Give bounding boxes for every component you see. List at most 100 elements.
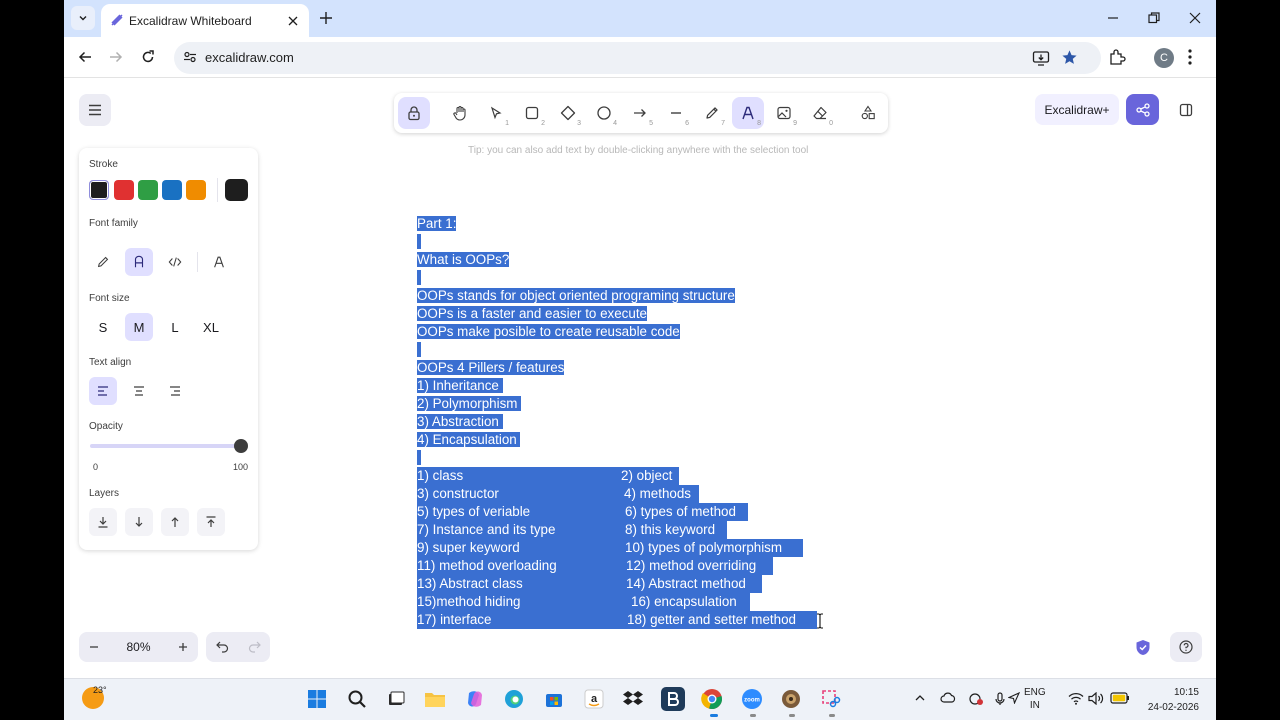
copilot-icon[interactable] <box>463 687 487 711</box>
chrome-icon[interactable] <box>700 687 724 711</box>
bring-forward-button[interactable] <box>161 508 189 536</box>
share-button[interactable] <box>1126 94 1159 125</box>
stroke-color-swatch[interactable] <box>162 180 182 200</box>
current-stroke-color[interactable] <box>225 179 248 201</box>
selected-text-element[interactable]: Part 1: What is OOPs? OOPs stands for ob… <box>417 215 837 629</box>
arrow-tool[interactable]: 5 <box>624 97 656 129</box>
opacity-slider-thumb[interactable] <box>234 439 248 453</box>
selection-tool[interactable]: 1 <box>480 97 512 129</box>
browser-menu-icon[interactable] <box>1188 49 1192 65</box>
system-clock[interactable]: 10:15 24-02-2026 <box>1139 685 1199 715</box>
font-size-m-button[interactable]: M <box>125 313 153 341</box>
rectangle-tool[interactable]: 2 <box>516 97 548 129</box>
excalidraw-canvas[interactable]: 1 2 3 4 5 6 7 8 9 0 Tip: you can also ad… <box>64 78 1216 678</box>
opacity-slider[interactable] <box>90 444 244 448</box>
send-backward-button[interactable] <box>125 508 153 536</box>
text-line-column2: 10) types of polymorphism <box>625 539 783 557</box>
ellipse-tool[interactable]: 4 <box>588 97 620 129</box>
text-line <box>417 269 837 287</box>
microphone-icon[interactable] <box>994 692 1006 706</box>
align-right-button[interactable] <box>161 377 189 405</box>
battery-icon[interactable] <box>1110 692 1130 704</box>
search-icon[interactable] <box>345 687 369 711</box>
text-tool[interactable]: 8 <box>732 97 764 129</box>
text-line: 15)method hiding 16) encapsulation <box>417 593 750 611</box>
eraser-tool[interactable]: 0 <box>804 97 836 129</box>
wifi-icon[interactable] <box>1068 692 1084 705</box>
file-explorer-icon[interactable] <box>423 687 447 711</box>
browser-tab[interactable]: Excalidraw Whiteboard <box>101 4 309 37</box>
image-tool[interactable]: 9 <box>768 97 800 129</box>
microsoft-store-icon[interactable] <box>542 687 566 711</box>
diamond-tool[interactable]: 3 <box>552 97 584 129</box>
text-line-column2: 12) method overriding <box>626 557 757 575</box>
font-size-xl-button[interactable]: XL <box>197 313 225 341</box>
install-app-icon[interactable] <box>1032 49 1050 67</box>
amazon-icon[interactable]: a <box>582 687 606 711</box>
shapes-icon <box>861 105 875 120</box>
forward-icon[interactable] <box>107 48 125 66</box>
restore-icon[interactable] <box>1146 10 1162 26</box>
undo-button[interactable] <box>206 632 238 662</box>
zoom-out-button[interactable] <box>79 632 109 662</box>
shield-check-icon[interactable] <box>1135 639 1151 656</box>
dropbox-icon[interactable] <box>621 687 645 711</box>
bring-to-front-button[interactable] <box>197 508 225 536</box>
help-icon <box>1179 640 1193 654</box>
align-left-button[interactable] <box>89 377 117 405</box>
font-size-s-button[interactable]: S <box>89 313 117 341</box>
stroke-color-swatch[interactable] <box>89 180 109 200</box>
snipping-tool-icon[interactable] <box>819 687 843 711</box>
draw-tool[interactable]: 7 <box>696 97 728 129</box>
minimize-icon[interactable] <box>1105 10 1121 26</box>
site-info-icon[interactable] <box>183 50 197 64</box>
library-sidebar-button[interactable] <box>1170 94 1202 125</box>
font-code-button[interactable] <box>161 248 189 276</box>
back-icon[interactable] <box>76 48 94 66</box>
redo-button[interactable] <box>238 632 270 662</box>
excalidraw-plus-button[interactable]: Excalidraw+ <box>1035 94 1119 125</box>
language-code: ENG <box>1024 687 1046 698</box>
hand-tool[interactable] <box>444 97 476 129</box>
font-size-l-button[interactable]: L <box>161 313 189 341</box>
close-tab-icon[interactable] <box>285 13 301 29</box>
b-app-icon[interactable] <box>661 687 685 711</box>
close-window-icon[interactable] <box>1187 10 1203 26</box>
new-tab-icon[interactable] <box>317 9 335 27</box>
reload-icon[interactable] <box>139 48 157 66</box>
profile-avatar[interactable]: C <box>1154 48 1174 68</box>
send-to-back-button[interactable] <box>89 508 117 536</box>
bookmark-star-icon[interactable] <box>1061 49 1078 66</box>
text-line-content: OOPs 4 Pillers / features <box>417 360 565 375</box>
main-menu-button[interactable] <box>79 94 111 126</box>
chevron-up-icon[interactable] <box>914 692 926 704</box>
zoom-level[interactable]: 80% <box>109 632 168 662</box>
active-app-indicator <box>710 714 718 717</box>
location-icon[interactable] <box>1008 692 1020 704</box>
zoom-app-icon[interactable]: zoom <box>740 687 764 711</box>
language-indicator[interactable]: ENG IN <box>1024 686 1046 712</box>
task-view-icon[interactable] <box>384 687 408 711</box>
extensions-icon[interactable] <box>1108 48 1126 66</box>
stroke-color-swatch[interactable] <box>138 180 158 200</box>
help-button[interactable] <box>1170 632 1202 662</box>
font-normal-button[interactable] <box>125 248 153 276</box>
font-hand-drawn-button[interactable] <box>89 248 117 276</box>
onedrive-cloud-icon[interactable] <box>940 692 956 704</box>
stroke-color-swatch[interactable] <box>186 180 206 200</box>
address-bar[interactable]: excalidraw.com <box>174 42 1101 74</box>
windows-start-icon[interactable] <box>305 687 329 711</box>
stroke-color-swatch[interactable] <box>114 180 134 200</box>
game-app-icon[interactable] <box>779 687 803 711</box>
sync-alert-icon[interactable] <box>968 692 984 706</box>
lock-tool[interactable] <box>398 97 430 129</box>
zoom-in-button[interactable] <box>168 632 198 662</box>
volume-icon[interactable] <box>1088 692 1104 705</box>
more-tools-button[interactable] <box>852 97 884 129</box>
line-tool[interactable]: 6 <box>660 97 692 129</box>
edge-icon[interactable] <box>502 687 526 711</box>
font-more-button[interactable] <box>205 248 233 276</box>
align-left-icon <box>98 386 108 396</box>
tab-search-button[interactable] <box>71 6 95 30</box>
align-center-button[interactable] <box>125 377 153 405</box>
